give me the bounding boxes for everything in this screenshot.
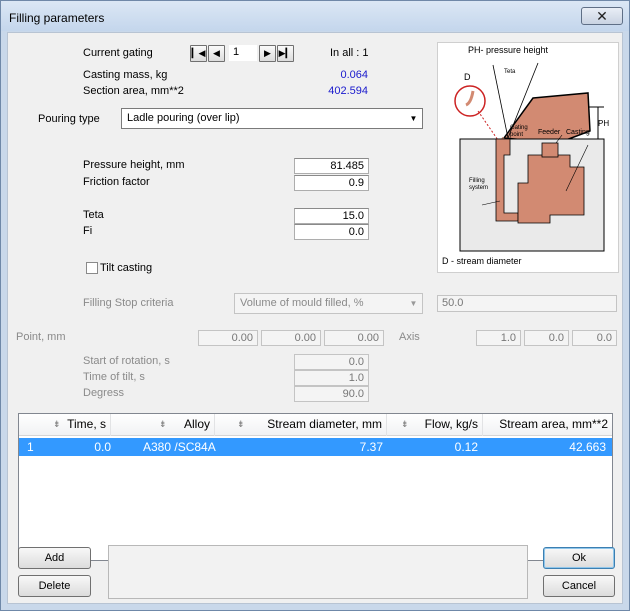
zoom-stream (465, 90, 475, 107)
column-header-flow[interactable]: ⇟ Flow, kg/s (387, 414, 483, 436)
window-title: Filling parameters (9, 11, 105, 25)
prev-gating-button[interactable]: ◀ (208, 45, 225, 62)
axis-y-input[interactable]: 0.0 (524, 330, 569, 346)
pressure-height-input[interactable]: 81.485 (294, 158, 369, 174)
last-icon: ▶▎ (278, 48, 293, 58)
current-gating-label: Current gating (83, 47, 153, 59)
axis-z-input[interactable]: 0.0 (572, 330, 617, 346)
fi-label: Fi (83, 225, 93, 237)
ph-caption: PH- pressure height (468, 45, 549, 55)
pouring-type-label: Pouring type (38, 113, 100, 125)
point-label: Point, mm (16, 331, 66, 343)
last-gating-button[interactable]: ▶▎ (277, 45, 294, 62)
start-rotation-label: Start of rotation, s (83, 355, 170, 367)
diagram-filling-label: Filling system (469, 178, 489, 191)
section-area-label: Section area, mm**2 (83, 85, 184, 97)
column-header-stream-area[interactable]: Stream area, mm**2 (483, 414, 612, 436)
time-of-tilt-input[interactable]: 1.0 (294, 370, 369, 386)
stream-table: ⇟ Time, s ⇟ Alloy ⇟ Stream diameter, mm … (18, 413, 613, 561)
row-index: 1 (27, 440, 34, 454)
dialog-body: Current gating ▎◀ ◀ 1 ▶ ▶▎ In all : 1 Ca… (7, 32, 623, 604)
diagram-teta-label: Teta (504, 69, 516, 75)
column-header-alloy[interactable]: ⇟ Alloy (111, 414, 215, 436)
column-header-stream-diameter-label: Stream diameter, mm (267, 417, 382, 431)
column-header-flow-label: Flow, kg/s (424, 417, 478, 431)
title-bar: Filling parameters ✕ (1, 1, 629, 31)
diagram-casting-label: Casting (566, 129, 590, 136)
row-stream-diameter: 7.37 (359, 440, 383, 454)
friction-factor-input[interactable]: 0.9 (294, 175, 369, 191)
axis-label: Axis (399, 331, 420, 343)
row-flow: 0.12 (454, 440, 478, 454)
delete-button[interactable]: Delete (18, 575, 91, 597)
first-gating-button[interactable]: ▎◀ (190, 45, 207, 62)
sort-icon: ⇟ (159, 419, 167, 429)
ok-button[interactable]: Ok (543, 547, 615, 569)
axis-x-input[interactable]: 1.0 (476, 330, 521, 346)
point-z-input[interactable]: 0.00 (324, 330, 384, 346)
d-caption: D - stream diameter (442, 256, 522, 266)
column-header-alloy-label: Alloy (183, 417, 210, 431)
status-panel (108, 545, 528, 599)
column-header-stream-diameter[interactable]: ⇟ Stream diameter, mm (215, 414, 387, 436)
cancel-button[interactable]: Cancel (543, 575, 615, 597)
point-x-input[interactable]: 0.00 (198, 330, 258, 346)
current-gating-input[interactable]: 1 (229, 45, 257, 61)
filling-stop-label: Filling Stop criteria (83, 297, 174, 309)
fi-input[interactable]: 0.0 (294, 224, 369, 240)
tilt-casting-label: Tilt casting (100, 262, 153, 274)
pressure-height-label: Pressure height, mm (83, 159, 185, 171)
filling-stop-value: Volume of mould filled, % (240, 297, 364, 309)
diagram-feeder-label: Feeder (538, 129, 561, 136)
pouring-type-select[interactable]: Ladle pouring (over lip) ▼ (121, 108, 423, 129)
table-row[interactable]: 1 0.0 A380 /SC84A 7.37 0.12 42.663 (19, 438, 612, 456)
feeder-shape (541, 142, 559, 158)
filling-stop-value-input[interactable]: 50.0 (437, 295, 617, 312)
prev-icon: ◀ (213, 48, 220, 58)
filling-stop-select[interactable]: Volume of mould filled, % ▼ (234, 293, 423, 314)
sort-icon: ⇟ (53, 419, 61, 429)
section-area-value: 402.594 (328, 85, 368, 97)
close-button[interactable]: ✕ (581, 7, 623, 25)
teta-input[interactable]: 15.0 (294, 208, 369, 224)
degrees-input[interactable]: 90.0 (294, 386, 369, 402)
add-button[interactable]: Add (18, 547, 91, 569)
tilt-casting-checkbox[interactable] (86, 262, 98, 274)
pouring-type-value: Ladle pouring (over lip) (127, 112, 240, 124)
casting-mass-label: Casting mass, kg (83, 69, 168, 81)
teta-line (492, 64, 509, 139)
next-gating-button[interactable]: ▶ (259, 45, 276, 62)
degrees-label: Degress (83, 387, 124, 399)
column-header-stream-area-label: Stream area, mm**2 (499, 417, 608, 431)
chevron-down-icon: ▼ (409, 114, 418, 123)
close-icon: ✕ (596, 8, 608, 24)
start-rotation-input[interactable]: 0.0 (294, 354, 369, 370)
time-of-tilt-label: Time of tilt, s (83, 371, 145, 383)
next-icon: ▶ (264, 48, 271, 58)
diagram-gating-label: Gating point (510, 125, 528, 138)
point-y-input[interactable]: 0.00 (261, 330, 321, 346)
row-stream-area: 42.663 (569, 440, 606, 454)
zoom-link-line (477, 110, 501, 144)
sort-icon: ⇟ (401, 419, 409, 429)
table-header: ⇟ Time, s ⇟ Alloy ⇟ Stream diameter, mm … (19, 414, 612, 436)
filling-parameters-window: Filling parameters ✕ Current gating ▎◀ ◀… (0, 0, 630, 611)
casting-mass-value: 0.064 (340, 69, 368, 81)
diagram-ph-label: PH (598, 119, 610, 128)
row-alloy: A380 /SC84A (143, 440, 216, 454)
diagram-d-label: D (464, 72, 471, 82)
pouring-diagram: PH- pressure height D Teta PH Gating poi… (437, 42, 619, 273)
column-header-time-label: Time, s (67, 417, 106, 431)
row-time: 0.0 (94, 440, 111, 454)
teta-label: Teta (83, 209, 104, 221)
first-icon: ▎◀ (191, 48, 206, 58)
friction-factor-label: Friction factor (83, 176, 150, 188)
column-header-time[interactable]: ⇟ Time, s (19, 414, 111, 436)
sort-icon: ⇟ (237, 419, 245, 429)
gating-count: In all : 1 (330, 47, 369, 59)
chevron-down-icon: ▼ (409, 299, 418, 308)
